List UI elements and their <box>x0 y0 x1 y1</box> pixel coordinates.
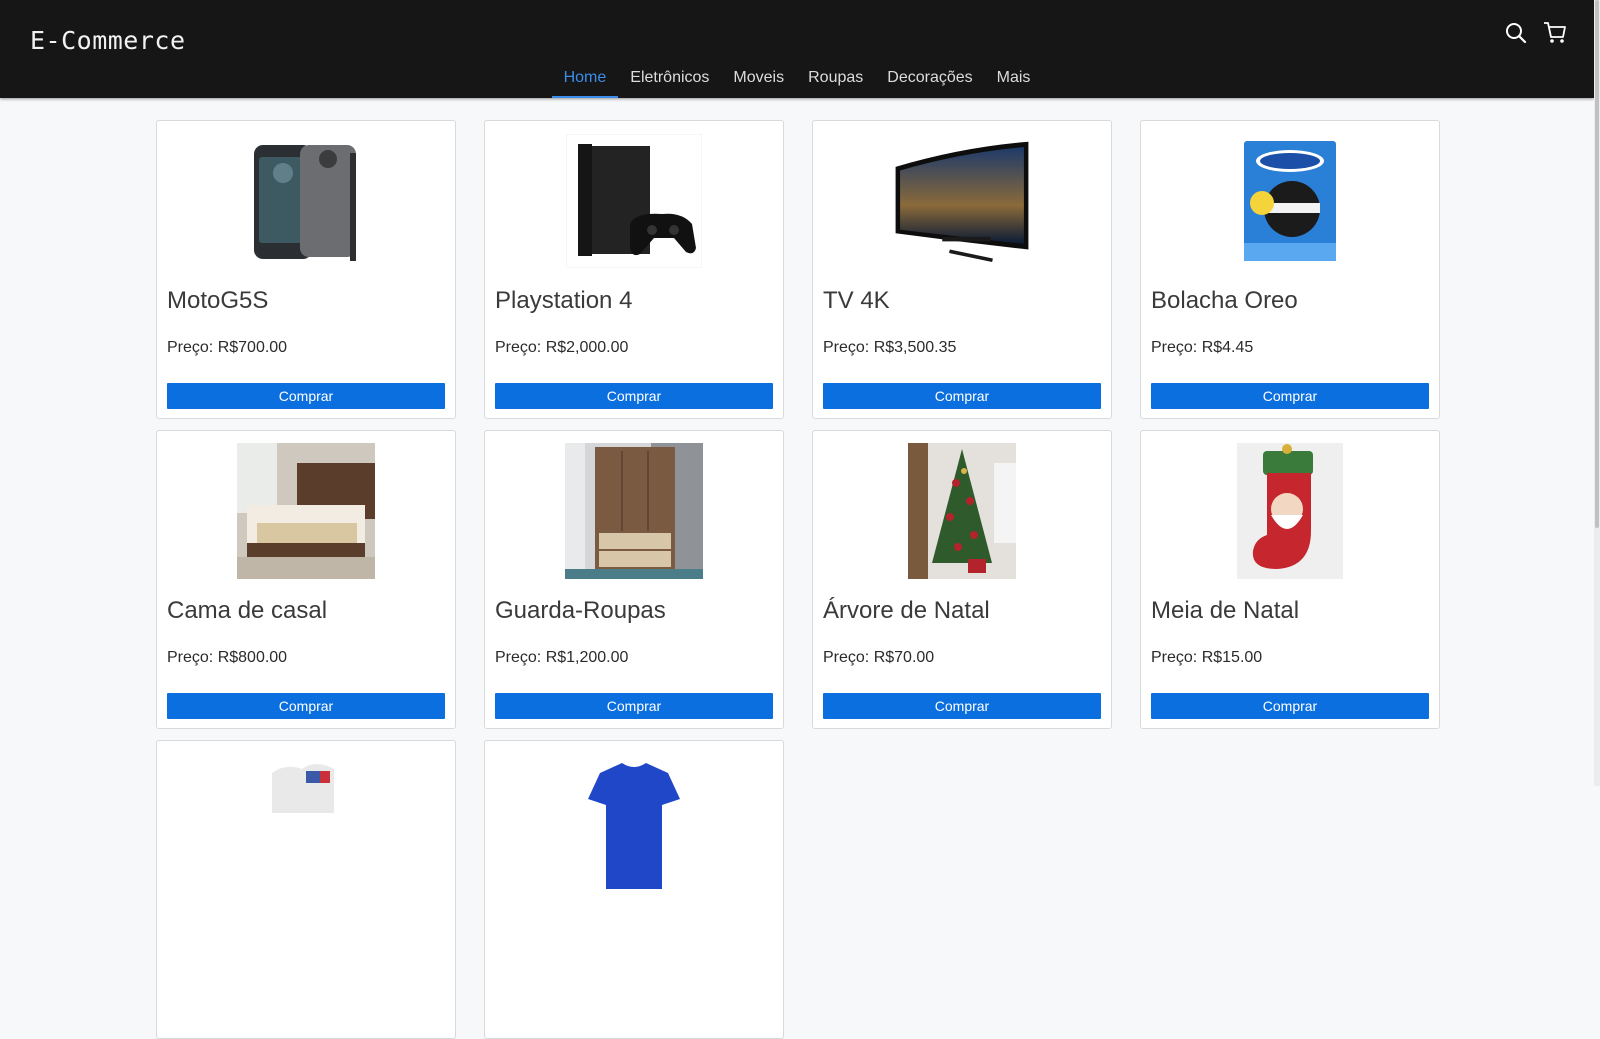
top-navbar: E-Commerce Home Eletrônicos Moveis Roupa… <box>0 0 1594 98</box>
product-title[interactable]: TV 4K <box>823 287 890 315</box>
product-card: TV 4K Preço: R$3,500.35 Comprar <box>812 120 1112 419</box>
nav-item-decoracoes[interactable]: Decorações <box>875 60 984 98</box>
product-card: Cama de casal Preço: R$800.00 Comprar <box>156 430 456 729</box>
product-image-christmas-stocking[interactable] <box>1220 441 1360 581</box>
product-price: Preço: R$2,000.00 <box>495 339 629 356</box>
buy-button[interactable]: Comprar <box>1151 693 1429 719</box>
product-card <box>484 740 784 1039</box>
product-price: Preço: R$1,200.00 <box>495 649 629 666</box>
cart-icon[interactable] <box>1542 20 1568 51</box>
nav-item-home[interactable]: Home <box>551 60 619 98</box>
product-image-bed[interactable] <box>236 441 376 581</box>
search-icon[interactable] <box>1504 21 1528 50</box>
nav-item-roupas[interactable]: Roupas <box>796 60 875 98</box>
product-title[interactable]: Árvore de Natal <box>823 597 990 625</box>
main-nav: Home Eletrônicos Moveis Roupas Decoraçõe… <box>0 60 1594 98</box>
product-title[interactable]: Guarda-Roupas <box>495 597 666 625</box>
product-image-tv[interactable] <box>892 131 1032 271</box>
product-title[interactable]: Bolacha Oreo <box>1151 287 1298 315</box>
product-price: Preço: R$4.45 <box>1151 339 1254 356</box>
product-card: MotoG5S Preço: R$700.00 Comprar <box>156 120 456 419</box>
nav-item-moveis[interactable]: Moveis <box>721 60 796 98</box>
product-title[interactable]: MotoG5S <box>167 287 268 315</box>
header-actions <box>1504 20 1568 51</box>
product-card: Guarda-Roupas Preço: R$1,200.00 Comprar <box>484 430 784 729</box>
product-card: Meia de Natal Preço: R$15.00 Comprar <box>1140 430 1440 729</box>
product-image-wardrobe[interactable] <box>564 441 704 581</box>
product-image-phone[interactable] <box>236 131 376 271</box>
product-price: Preço: R$800.00 <box>167 649 288 666</box>
product-image-mug[interactable] <box>236 751 376 891</box>
product-image-cookie-box[interactable] <box>1220 131 1360 271</box>
product-title[interactable]: Meia de Natal <box>1151 597 1299 625</box>
product-title[interactable]: Cama de casal <box>167 597 327 625</box>
product-image-shirt[interactable] <box>564 751 704 891</box>
product-card <box>156 740 456 1039</box>
product-price: Preço: R$15.00 <box>1151 649 1263 666</box>
scrollbar-thumb[interactable] <box>1595 0 1599 528</box>
product-title[interactable]: Playstation 4 <box>495 287 632 315</box>
product-image-console[interactable] <box>564 131 704 271</box>
buy-button[interactable]: Comprar <box>1151 383 1429 409</box>
product-card: Árvore de Natal Preço: R$70.00 Comprar <box>812 430 1112 729</box>
product-price: Preço: R$3,500.35 <box>823 339 957 356</box>
buy-button[interactable]: Comprar <box>167 693 445 719</box>
product-grid: MotoG5S Preço: R$700.00 Comprar Playstat… <box>156 120 1440 1039</box>
product-card: Bolacha Oreo Preço: R$4.45 Comprar <box>1140 120 1440 419</box>
nav-item-mais[interactable]: Mais <box>985 60 1043 98</box>
buy-button[interactable]: Comprar <box>823 383 1101 409</box>
product-price: Preço: R$700.00 <box>167 339 288 356</box>
buy-button[interactable]: Comprar <box>167 383 445 409</box>
product-price: Preço: R$70.00 <box>823 649 935 666</box>
nav-item-eletronicos[interactable]: Eletrônicos <box>618 60 721 98</box>
buy-button[interactable]: Comprar <box>495 693 773 719</box>
buy-button[interactable]: Comprar <box>823 693 1101 719</box>
product-image-christmas-tree[interactable] <box>892 441 1032 581</box>
buy-button[interactable]: Comprar <box>495 383 773 409</box>
brand-logo[interactable]: E-Commerce <box>30 26 186 55</box>
product-card: Playstation 4 Preço: R$2,000.00 Comprar <box>484 120 784 419</box>
page-scrollbar[interactable] <box>1594 0 1600 786</box>
